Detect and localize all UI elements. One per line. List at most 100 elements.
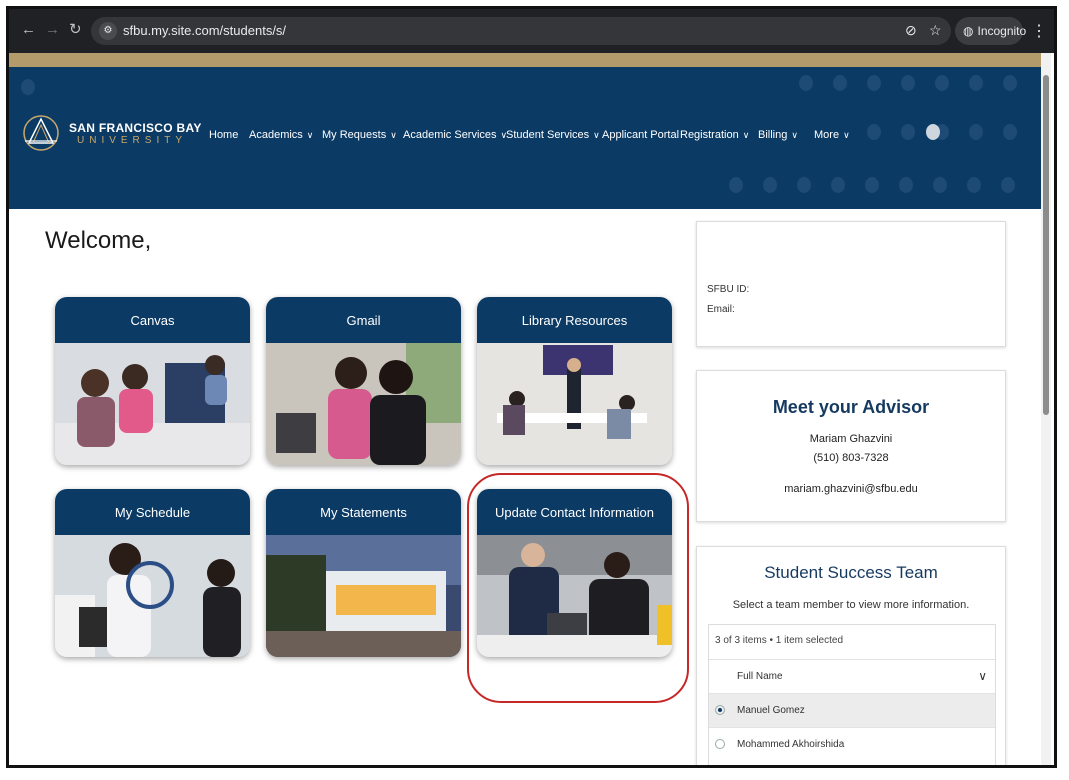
nav-item-billing[interactable]: Billing ∨ [758, 129, 798, 141]
nav-item-registration[interactable]: Registration ∨ [680, 129, 749, 141]
students-smiling-image [55, 535, 250, 657]
women-at-laptop-image [266, 343, 461, 465]
team-subtitle: Select a team member to view more inform… [732, 599, 970, 611]
decorative-dot [797, 177, 811, 193]
decorative-dot [865, 177, 879, 193]
nav-item-home[interactable]: Home [209, 129, 238, 141]
star-icon[interactable]: ☆ [929, 22, 942, 39]
decorative-dot [1003, 75, 1017, 91]
forward-icon[interactable]: → [45, 21, 60, 39]
decorative-dot [969, 124, 983, 140]
welcome-heading: Welcome, [45, 227, 152, 254]
team-member-name: Manuel Gomez [737, 705, 805, 716]
logo-name: SAN FRANCISCO BAY [69, 121, 202, 135]
tile-title: Gmail [266, 297, 461, 343]
team-title: Student Success Team [764, 563, 938, 582]
chevron-down-icon: ∨ [306, 130, 314, 140]
nav-item-more[interactable]: More ∨ [814, 129, 850, 141]
decorative-dot [901, 75, 915, 91]
campus-building-image [266, 535, 461, 657]
url-text[interactable]: sfbu.my.site.com/students/s/ [123, 23, 286, 38]
decorative-dot [867, 75, 881, 91]
logo-emblem-icon [23, 115, 59, 151]
chevron-down-icon: ∨ [742, 130, 750, 140]
site-header: SAN FRANCISCO BAY UNIVERSITY Home Academi… [9, 67, 1041, 209]
decorative-dot [763, 177, 777, 193]
nav-item-label: Billing [758, 129, 788, 141]
email-label: Email: [707, 304, 735, 315]
tile-title: Canvas [55, 297, 250, 343]
students-at-computers-image [55, 343, 250, 465]
team-table: 3 of 3 items • 1 item selected Full Name… [708, 624, 996, 765]
eye-off-icon[interactable]: ⊘ [905, 22, 917, 39]
chevron-down-icon: ∨ [593, 130, 600, 140]
nav-item-student-services[interactable]: Student Services ∨ [506, 129, 600, 141]
table-row[interactable]: Manuel Gomez [709, 693, 995, 728]
advisor-phone[interactable]: (510) 803-7328 [697, 452, 1005, 464]
decorative-dot [967, 177, 981, 193]
decorative-dot [799, 75, 813, 91]
advisor-email[interactable]: mariam.ghazvini@sfbu.edu [697, 483, 1005, 495]
classroom-lecture-image [477, 343, 672, 465]
decorative-dot [935, 75, 949, 91]
tile-title: Library Resources [477, 297, 672, 343]
decorative-dot [899, 177, 913, 193]
highlight-annotation [467, 473, 689, 703]
site-settings-icon[interactable]: ⚙ [99, 22, 117, 40]
reload-icon[interactable]: ↻ [69, 21, 82, 39]
advisor-card: Meet your Advisor Mariam Ghazvini (510) … [696, 370, 1006, 522]
row-radio[interactable] [715, 739, 725, 749]
tile-title: My Schedule [55, 489, 250, 535]
tile-canvas[interactable]: Canvas [55, 297, 250, 465]
logo-subtitle: UNIVERSITY [77, 135, 188, 146]
sfbu-id-label: SFBU ID: [707, 284, 750, 295]
scrollbar-thumb[interactable] [1043, 75, 1049, 415]
chevron-down-icon: ∨ [390, 130, 397, 140]
user-avatar-icon[interactable] [926, 124, 940, 140]
decorative-dot [933, 177, 947, 193]
tile-my-statements[interactable]: My Statements [266, 489, 461, 657]
tile-my-schedule[interactable]: My Schedule [55, 489, 250, 657]
nav-item-label: Academics [249, 129, 303, 141]
back-icon[interactable]: ← [21, 21, 36, 39]
nav-item-label: Student Services [506, 129, 590, 141]
university-logo[interactable]: SAN FRANCISCO BAY UNIVERSITY [21, 111, 201, 155]
nav-item-label: My Requests [322, 129, 387, 141]
student-success-team-card: Student Success Team Select a team membe… [696, 546, 1006, 765]
nav-item-label: Home [209, 129, 239, 141]
chevron-down-icon: ∨ [791, 130, 798, 140]
decorative-dot [1001, 177, 1015, 193]
incognito-badge[interactable]: ◍ Incognito [955, 17, 1027, 45]
tile-library-resources[interactable]: Library Resources [477, 297, 672, 465]
advisor-title: Meet your Advisor [772, 397, 930, 417]
decorative-dot [831, 177, 845, 193]
address-bar[interactable]: ⚙ sfbu.my.site.com/students/s/ ⊘ ☆ [91, 17, 951, 45]
chevron-down-icon: ∨ [843, 130, 850, 140]
table-status: 3 of 3 items • 1 item selected [715, 635, 844, 646]
incognito-icon: ◍ [963, 24, 974, 38]
nav-item-label: More [814, 129, 840, 141]
browser-toolbar: ← → ↻ ⚙ sfbu.my.site.com/students/s/ ⊘ ☆… [9, 9, 1054, 53]
incognito-label: Incognito [977, 24, 1027, 38]
decorative-dot [901, 124, 915, 140]
nav-item-label: Registration [680, 129, 739, 141]
decorative-dot [833, 75, 847, 91]
decorative-dot [969, 75, 983, 91]
nav-item-my-requests[interactable]: My Requests ∨ [322, 129, 397, 141]
nav-item-label: Applicant Portal [602, 129, 680, 141]
chevron-down-icon[interactable]: ∨ [978, 669, 987, 683]
nav-item-academics[interactable]: Academics ∨ [249, 129, 313, 141]
table-header[interactable]: Full Name ∨ [709, 659, 995, 694]
team-member-name: Mohammed Akhoirshida [737, 739, 845, 750]
nav-item-label: Academic Services [403, 129, 497, 141]
nav-item-applicant-portal[interactable]: Applicant Portal [602, 129, 679, 141]
row-radio[interactable] [715, 705, 725, 715]
table-row[interactable]: Mohammed Akhoirshida [709, 727, 995, 762]
column-full-name[interactable]: Full Name [737, 671, 783, 682]
decorative-dot [1003, 124, 1017, 140]
decorative-dot [21, 79, 35, 95]
more-icon[interactable]: ⋮ [1031, 21, 1047, 41]
profile-card: SFBU ID: Email: [696, 221, 1006, 347]
nav-item-academic-services[interactable]: Academic Services ∨ [403, 129, 507, 141]
tile-gmail[interactable]: Gmail [266, 297, 461, 465]
